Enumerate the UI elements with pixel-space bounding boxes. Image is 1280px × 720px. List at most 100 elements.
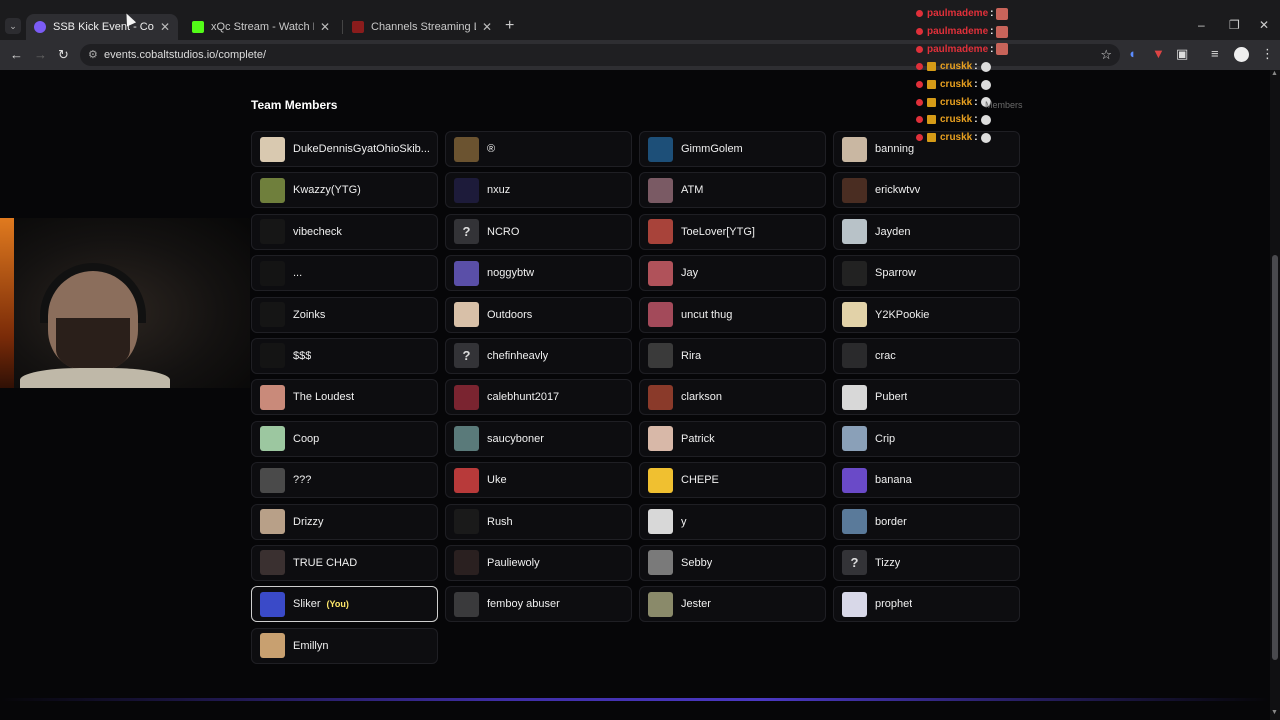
chat-separator: : (974, 114, 978, 126)
page-scrollbar[interactable]: ▲ ▼ (1270, 70, 1280, 720)
member-card[interactable]: Crip (833, 420, 1020, 457)
tab-ssb-kick-event[interactable]: SSB Kick Event - Cobalt Studios ✕ (26, 14, 178, 40)
member-card[interactable]: Kwazzy(YTG) (251, 172, 438, 209)
member-card[interactable]: prophet (833, 586, 1020, 623)
extension-shield-icon[interactable]: ▼ (1152, 46, 1165, 61)
member-card[interactable]: ? Tizzy (833, 544, 1020, 581)
member-card[interactable]: calebhunt2017 (445, 379, 632, 416)
ambient-light (0, 218, 14, 388)
member-card[interactable]: Outdoors (445, 296, 632, 333)
member-card[interactable]: Uke (445, 462, 632, 499)
chat-bubble-emote-icon (980, 132, 991, 143)
member-card[interactable]: $$$ (251, 337, 438, 374)
member-card[interactable]: ? NCRO (445, 213, 632, 250)
member-card[interactable]: noggybtw (445, 255, 632, 292)
chat-username: paulmademe (927, 8, 989, 20)
member-name: border (875, 515, 907, 528)
tab-channels-streaming[interactable]: Channels Streaming Live Now ✕ (344, 14, 500, 40)
reload-icon[interactable]: ↻ (58, 47, 69, 63)
chat-message: cruskk: (916, 129, 1036, 147)
member-card[interactable]: Drizzy (251, 503, 438, 540)
member-card[interactable]: Rira (639, 337, 826, 374)
member-card[interactable]: Patrick (639, 420, 826, 457)
member-card[interactable]: ® (445, 131, 632, 167)
member-card[interactable]: Sebby (639, 544, 826, 581)
member-name: ToeLover[YTG] (681, 225, 755, 238)
member-card[interactable]: banana (833, 462, 1020, 499)
member-card[interactable]: Jay (639, 255, 826, 292)
subscriber-badge-icon (927, 97, 936, 107)
member-card[interactable]: Pubert (833, 379, 1020, 416)
member-card[interactable]: erickwtvv (833, 172, 1020, 209)
member-card[interactable]: nxuz (445, 172, 632, 209)
scrollbar-thumb[interactable] (1272, 255, 1278, 660)
headphones-icon (40, 263, 146, 323)
member-card[interactable]: TRUE CHAD (251, 544, 438, 581)
minimize-icon[interactable]: – (1198, 18, 1205, 32)
member-card[interactable]: ATM (639, 172, 826, 209)
close-window-icon[interactable]: ✕ (1259, 18, 1269, 32)
member-card[interactable]: uncut thug (639, 296, 826, 333)
close-icon[interactable]: ✕ (320, 20, 330, 34)
badge-icon (916, 63, 923, 71)
back-arrow-icon[interactable]: ← (10, 47, 23, 62)
browser-menu-icon[interactable]: ⋮ (1261, 46, 1274, 62)
avatar (648, 509, 673, 535)
member-card[interactable]: ... (251, 255, 438, 292)
member-card[interactable]: Zoinks (251, 296, 438, 333)
member-card[interactable]: Jayden (833, 213, 1020, 250)
tab-xqc-stream[interactable]: xQc Stream - Watch Live on Kick ✕ (184, 14, 338, 40)
member-card[interactable]: y (639, 503, 826, 540)
scroll-up-arrow-icon[interactable]: ▲ (1271, 70, 1278, 77)
member-card[interactable]: clarkson (639, 379, 826, 416)
member-card[interactable]: saucyboner (445, 420, 632, 457)
member-card[interactable]: ??? (251, 462, 438, 499)
kick-logo-icon (192, 21, 204, 33)
member-card[interactable]: ToeLover[YTG] (639, 213, 826, 250)
extension-audio-icon[interactable]: ◖ (1128, 46, 1136, 61)
member-card[interactable]: Emillyn (251, 627, 438, 664)
member-name: NCRO (487, 225, 520, 238)
member-card[interactable]: Rush (445, 503, 632, 540)
site-info-icon[interactable]: ⚙ (88, 48, 98, 61)
streamer-beard (56, 318, 130, 370)
forward-arrow-icon[interactable]: → (34, 47, 47, 62)
maximize-icon[interactable]: ❐ (1229, 18, 1240, 32)
member-card[interactable]: Pauliewoly (445, 544, 632, 581)
member-card[interactable]: Sparrow (833, 255, 1020, 292)
tab-search-button[interactable]: ⌄ (5, 18, 21, 34)
bookmark-star-icon[interactable]: ☆ (1100, 47, 1112, 63)
profile-avatar[interactable] (1234, 47, 1249, 62)
chat-message: paulmademe: (916, 40, 1036, 58)
member-name: Tizzy (875, 556, 901, 569)
member-card[interactable]: GimmGolem (639, 131, 826, 167)
scroll-down-arrow-icon[interactable]: ▼ (1271, 709, 1278, 716)
member-card[interactable]: vibecheck (251, 213, 438, 250)
member-card[interactable]: Y2KPookie (833, 296, 1020, 333)
member-name: Sliker (293, 598, 321, 611)
new-tab-button[interactable]: + (505, 17, 514, 35)
close-icon[interactable]: ✕ (160, 20, 170, 34)
member-card[interactable]: Sliker (You) (251, 586, 438, 623)
extensions-puzzle-icon[interactable]: ▣ (1176, 46, 1188, 62)
avatar (648, 384, 673, 410)
member-card[interactable]: crac (833, 337, 1020, 374)
member-card[interactable]: CHEPE (639, 462, 826, 499)
member-card[interactable]: The Loudest (251, 379, 438, 416)
member-card[interactable]: Jester (639, 586, 826, 623)
member-card[interactable]: DukeDennisGyatOhioSkib... (251, 131, 438, 167)
member-name: y (681, 515, 687, 528)
close-icon[interactable]: ✕ (482, 20, 492, 34)
member-card[interactable]: border (833, 503, 1020, 540)
chat-message: cruskk: (916, 58, 1036, 76)
face-emote-icon (996, 25, 1009, 38)
avatar (842, 302, 867, 328)
avatar (842, 177, 867, 203)
chat-separator: : (974, 61, 978, 73)
member-card[interactable]: Coop (251, 420, 438, 457)
media-controls-icon[interactable]: ≡ (1211, 46, 1219, 61)
member-card[interactable]: ? chefinheavly (445, 337, 632, 374)
member-card[interactable]: femboy abuser (445, 586, 632, 623)
member-name: chefinheavly (487, 349, 549, 362)
webcam-overlay (0, 218, 250, 388)
